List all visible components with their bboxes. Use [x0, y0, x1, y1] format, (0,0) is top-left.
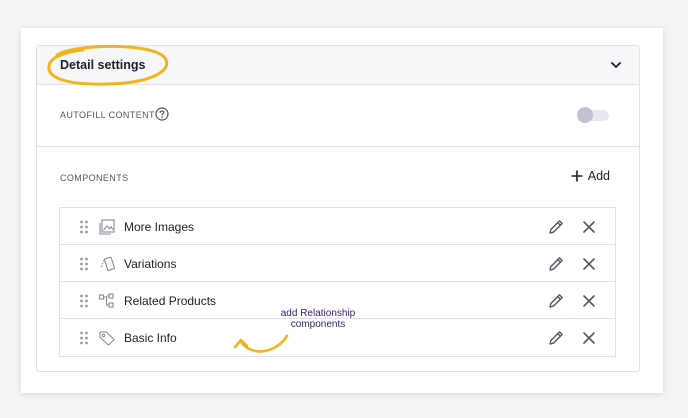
component-label: Variations: [124, 257, 177, 271]
drag-handle-icon[interactable]: [79, 294, 89, 308]
components-list: More Images Variations Related Products …: [59, 207, 616, 357]
list-item: More Images: [60, 208, 615, 245]
component-label: More Images: [124, 220, 195, 234]
autofill-toggle[interactable]: [577, 107, 611, 123]
toggle-knob: [577, 107, 593, 123]
annotation-arrow: [233, 334, 289, 353]
close-icon[interactable]: [581, 256, 597, 272]
pencil-icon[interactable]: [547, 255, 565, 273]
panel-title: Detail settings: [60, 58, 146, 72]
chevron-down-icon[interactable]: [609, 58, 623, 72]
image-icon: [99, 219, 115, 235]
close-icon[interactable]: [581, 293, 597, 309]
help-icon[interactable]: [155, 107, 169, 121]
pencil-icon[interactable]: [547, 218, 565, 236]
settings-card: Detail settings AUTOFILL CONTENT COMPONE…: [21, 28, 663, 393]
plus-icon: [571, 170, 583, 182]
hierarchy-icon: [98, 293, 114, 308]
components-label: COMPONENTS: [60, 173, 129, 183]
component-label: Basic Info: [124, 331, 177, 345]
variations-icon: [100, 256, 115, 271]
drag-handle-icon[interactable]: [79, 220, 89, 234]
autofill-section: AUTOFILL CONTENT: [37, 85, 639, 147]
pencil-icon[interactable]: [547, 329, 565, 347]
tag-icon: [99, 331, 115, 346]
autofill-label: AUTOFILL CONTENT: [60, 110, 155, 120]
close-icon[interactable]: [581, 219, 597, 235]
component-label: Related Products: [124, 294, 217, 308]
add-label: Add: [587, 169, 610, 183]
detail-settings-header[interactable]: Detail settings: [37, 44, 639, 86]
close-icon[interactable]: [581, 330, 597, 346]
pencil-icon[interactable]: [547, 292, 565, 310]
drag-handle-icon[interactable]: [79, 331, 89, 345]
annotation-line-1: add Relationship: [280, 308, 356, 319]
add-component-button[interactable]: Add: [571, 167, 610, 185]
drag-handle-icon[interactable]: [79, 257, 89, 271]
detail-settings-panel: Detail settings AUTOFILL CONTENT COMPONE…: [36, 44, 640, 372]
list-item: Variations: [60, 245, 615, 282]
